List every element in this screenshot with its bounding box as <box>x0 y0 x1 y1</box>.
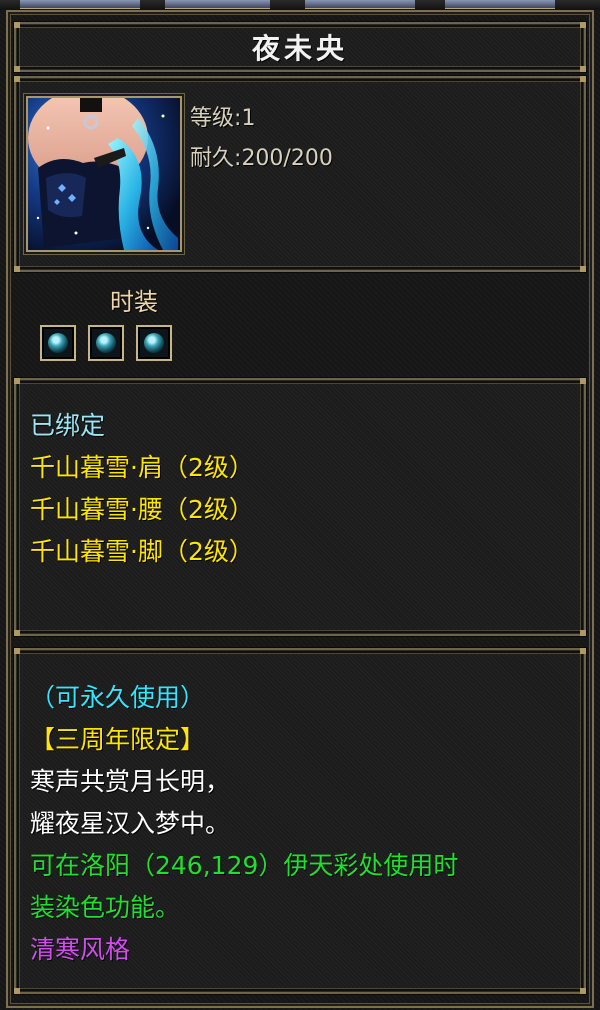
stat-durability-value: 200/200 <box>241 146 333 171</box>
panel-corner-stud <box>580 378 586 384</box>
panel-corner-stud <box>580 648 586 654</box>
panel-corner-stud <box>14 988 20 994</box>
costume-portrait-icon <box>26 96 182 252</box>
poem-line-1: 寒声共赏月长明， <box>30 767 231 796</box>
gem-slot-1[interactable] <box>40 325 76 361</box>
panel-corner-stud <box>14 66 20 72</box>
anniversary-tag: 【三周年限定】 <box>30 725 206 754</box>
style-label: 清寒风格 <box>30 935 131 964</box>
panel-corner-stud <box>14 76 20 82</box>
gem-icon <box>144 333 164 353</box>
set-item-waist: 千山暮雪·腰（2级） <box>30 495 254 524</box>
panel-corner-stud <box>14 630 20 636</box>
stat-durability: 耐久:200/200 <box>190 146 333 171</box>
fashion-label: 时装 <box>110 288 158 316</box>
panel-corner-stud <box>14 266 20 272</box>
panel-corner-stud <box>580 66 586 72</box>
gem-icon <box>96 333 116 353</box>
item-name: 夜未央 <box>251 32 348 65</box>
panel-corner-stud <box>580 630 586 636</box>
stat-level-label: 等级 <box>190 106 235 131</box>
gem-icon <box>48 333 68 353</box>
poem-line-2: 耀夜星汉入梦中。 <box>30 809 231 838</box>
stat-level-value: 1 <box>241 106 256 131</box>
panel-corner-stud <box>580 22 586 28</box>
panel-corner-stud <box>14 22 20 28</box>
panel-corner-stud <box>14 648 20 654</box>
usage-line-1: 可在洛阳（246,129）伊天彩处使用时 <box>30 851 459 880</box>
duration-text: （可永久使用） <box>30 683 206 712</box>
top-tab-1[interactable] <box>20 0 140 9</box>
gem-slot-2[interactable] <box>88 325 124 361</box>
top-tab-4[interactable] <box>445 0 555 9</box>
set-item-feet: 千山暮雪·脚（2级） <box>30 537 254 566</box>
stat-durability-label: 耐久 <box>190 146 235 171</box>
set-item-shoulder: 千山暮雪·肩（2级） <box>30 453 254 482</box>
panel-corner-stud <box>580 988 586 994</box>
title-panel: 夜未央 <box>14 22 586 72</box>
costume-portrait-art <box>28 98 180 250</box>
item-tooltip: 夜未央 等级:1 耐久:200/200 时装 已绑定 千山暮雪·肩（2级） 千山… <box>0 0 600 1010</box>
bound-status: 已绑定 <box>30 411 106 440</box>
panel-corner-stud <box>14 378 20 384</box>
top-tab-strip <box>0 0 600 10</box>
stat-level: 等级:1 <box>190 106 256 131</box>
gem-slot-3[interactable] <box>136 325 172 361</box>
top-tab-2[interactable] <box>165 0 270 9</box>
panel-corner-stud <box>580 266 586 272</box>
top-tab-3[interactable] <box>305 0 415 9</box>
panel-corner-stud <box>580 76 586 82</box>
usage-line-2: 装染色功能。 <box>30 893 181 922</box>
